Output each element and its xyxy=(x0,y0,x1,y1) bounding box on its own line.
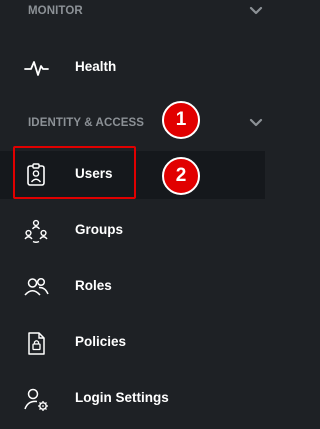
sidebar-item-label: Policies xyxy=(75,334,127,349)
document-lock-icon xyxy=(28,332,45,355)
chevron-down-icon[interactable] xyxy=(249,6,263,16)
step-badge-1: 1 xyxy=(162,101,200,139)
section-identity-access[interactable]: IDENTITY & ACCESS xyxy=(0,112,285,140)
sidebar-item-label: Roles xyxy=(75,278,112,293)
step-badge-2: 2 xyxy=(162,157,200,195)
pulse-icon xyxy=(24,61,49,76)
sidebar-item-roles[interactable]: Roles xyxy=(0,263,265,311)
highlight-box xyxy=(13,146,136,199)
section-title-monitor: MONITOR xyxy=(28,5,83,17)
sidebar-item-policies[interactable]: Policies xyxy=(0,319,265,367)
group-icon xyxy=(24,219,48,243)
chevron-down-icon[interactable] xyxy=(249,118,263,128)
section-monitor[interactable]: MONITOR xyxy=(0,0,285,28)
sidebar-item-label: Health xyxy=(75,59,117,74)
section-title-identity-access: IDENTITY & ACCESS xyxy=(28,117,145,129)
sidebar-item-groups[interactable]: Groups xyxy=(0,207,265,255)
sidebar-item-label: Login Settings xyxy=(75,390,169,405)
user-gear-icon xyxy=(24,388,48,411)
sidebar-item-login-settings[interactable]: Login Settings xyxy=(0,375,265,423)
sidebar-item-label: Groups xyxy=(75,222,124,237)
sidebar-item-health[interactable]: Health xyxy=(0,44,265,92)
roles-icon xyxy=(24,277,49,296)
